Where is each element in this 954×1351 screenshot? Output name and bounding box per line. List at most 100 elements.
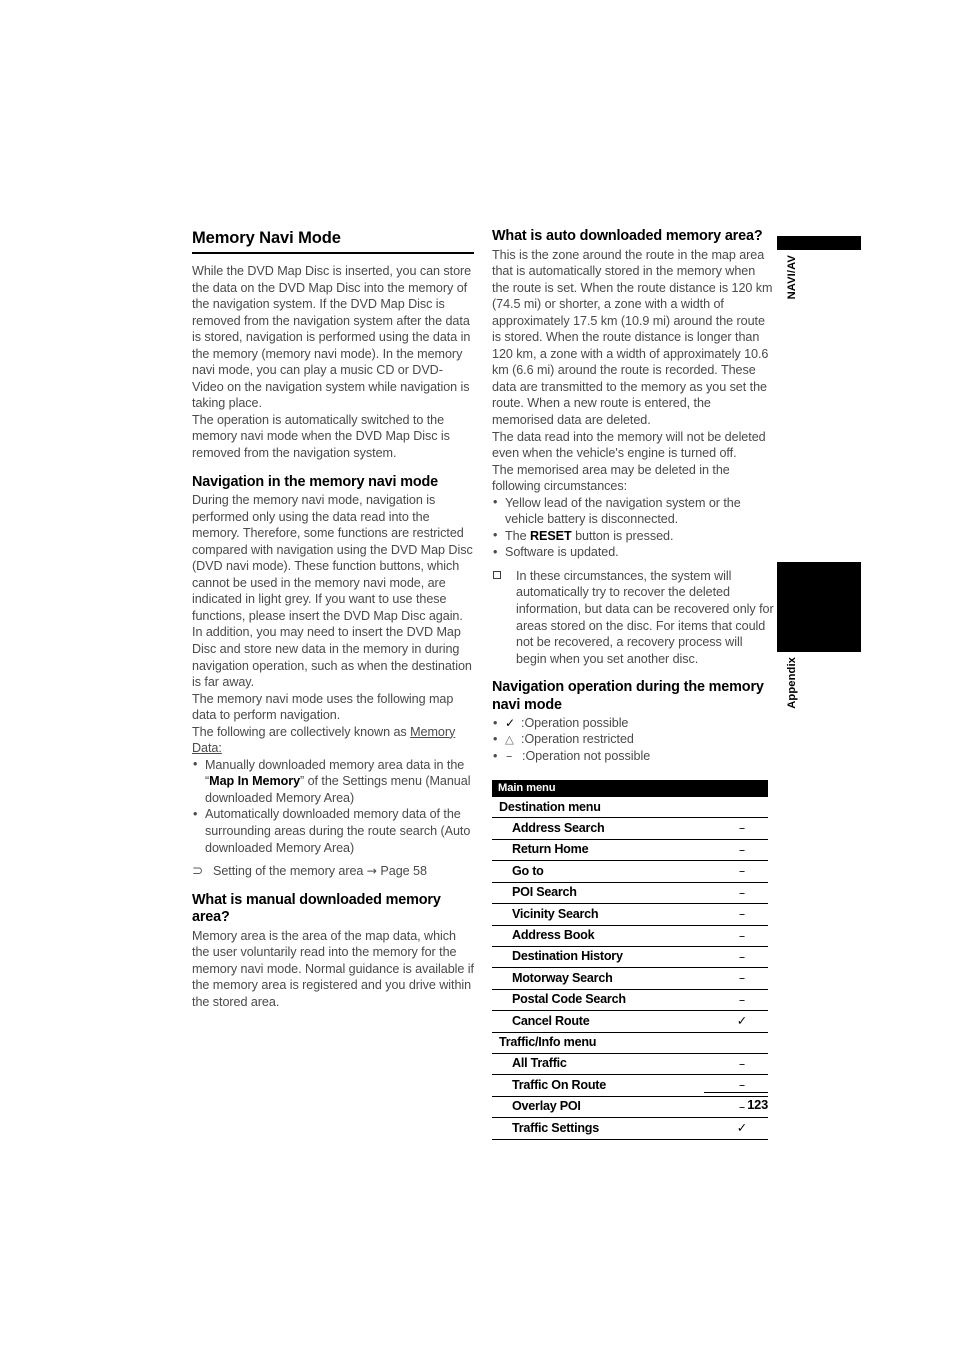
bullet-text-suffix: button is pressed. bbox=[571, 528, 674, 543]
page-footer: 123 bbox=[704, 1092, 768, 1112]
list-item: • –:Operation not possible bbox=[492, 748, 774, 764]
dash-icon: – bbox=[716, 839, 768, 862]
table-row: Vicinity Search – bbox=[492, 903, 768, 926]
legend-text: :Operation possible bbox=[521, 716, 629, 731]
margin-tab-label: Appendix bbox=[786, 657, 798, 709]
dash-icon: – bbox=[716, 925, 768, 947]
table-row: Cancel Route ✓ bbox=[492, 1010, 768, 1033]
nav-paragraph-1: During the memory navi mode, navigation … bbox=[192, 493, 473, 690]
menu-item-label: Traffic On Route bbox=[492, 1074, 716, 1097]
dash-icon: – bbox=[716, 860, 768, 883]
table-head: Main menu bbox=[492, 780, 768, 798]
margin-tab-appendix: Appendix bbox=[777, 562, 861, 709]
menu-item-label: Address Search bbox=[492, 817, 716, 840]
intro-paragraph-2: The operation is automatically switched … bbox=[192, 412, 450, 461]
right-column: What is auto downloaded memory area? Thi… bbox=[492, 228, 774, 1140]
bullet-text-prefix: The bbox=[505, 528, 530, 543]
list-item: • The RESET button is pressed. bbox=[492, 528, 774, 545]
manual-area-paragraph: Memory area is the area of the map data,… bbox=[192, 928, 474, 1009]
table-row: Go to – bbox=[492, 860, 768, 883]
note-block: In these circumstances, the system will … bbox=[492, 568, 774, 667]
bullet-icon: • bbox=[493, 732, 498, 747]
table-row: All Traffic – bbox=[492, 1053, 768, 1076]
memory-data-prefix: The following are collectively known as bbox=[192, 724, 411, 739]
map-in-memory-term: Map In Memory bbox=[209, 774, 301, 789]
page-number: 123 bbox=[747, 1097, 768, 1112]
check-icon: ✓ bbox=[716, 1117, 768, 1140]
menu-item-label: Traffic/Info menu bbox=[492, 1032, 716, 1054]
menu-item-label: Go to bbox=[492, 860, 716, 883]
nav-paragraph-2: The memory navi mode uses the following … bbox=[192, 691, 454, 723]
menu-item-label: Overlay POI bbox=[492, 1096, 716, 1119]
heading-what-is-auto-downloaded-memory-area: What is auto downloaded memory area? bbox=[492, 228, 763, 244]
table-row: Address Search – bbox=[492, 817, 768, 840]
menu-item-label: Destination History bbox=[492, 946, 716, 969]
manual-page: Memory Navi Mode While the DVD Map Disc … bbox=[0, 0, 954, 1351]
availability-mark bbox=[716, 1032, 768, 1054]
cross-reference-text: Setting of the memory area bbox=[213, 864, 364, 879]
bullet-text-prefix: Yellow lead of the navigation system or … bbox=[505, 495, 741, 527]
margin-tab-label: NAVI/AV bbox=[786, 255, 798, 300]
table-row: POI Search – bbox=[492, 882, 768, 905]
auto-area-paragraph-3: The memorised area may be deleted in the… bbox=[492, 462, 730, 494]
table-row: Motorway Search – bbox=[492, 967, 768, 990]
memory-data-bullet-list: • Manually downloaded memory area data in… bbox=[192, 757, 474, 856]
bullet-icon: • bbox=[493, 716, 498, 731]
menu-item-label: Return Home bbox=[492, 839, 716, 862]
table-row: Destination History – bbox=[492, 946, 768, 969]
dash-icon: – bbox=[716, 903, 768, 926]
bullet-icon: • bbox=[493, 495, 498, 510]
nav-paragraph-3: The following are collectively known as … bbox=[192, 724, 474, 757]
dash-icon: – bbox=[716, 817, 768, 840]
dash-icon: – bbox=[716, 946, 768, 969]
bullet-text-prefix: Software is updated. bbox=[505, 545, 619, 560]
main-menu-availability-table: Main menu Destination menu Address Search… bbox=[492, 780, 768, 1140]
triangle-icon: △ bbox=[505, 732, 514, 747]
availability-mark bbox=[716, 797, 768, 819]
table-row: Return Home – bbox=[492, 839, 768, 862]
table-group-row: Traffic/Info menu bbox=[492, 1032, 768, 1054]
right-arrow-icon: → bbox=[366, 864, 377, 879]
left-column: Memory Navi Mode While the DVD Map Disc … bbox=[192, 228, 474, 1010]
check-icon: ✓ bbox=[716, 1010, 768, 1033]
list-item: • Automatically downloaded memory data of… bbox=[192, 806, 474, 856]
legend-text: :Operation not possible bbox=[522, 748, 651, 763]
intro-paragraph-1: While the DVD Map Disc is inserted, you … bbox=[192, 264, 472, 411]
list-item: • ✓:Operation possible bbox=[492, 715, 774, 731]
margin-tab-navi-av: NAVI/AV bbox=[777, 236, 861, 299]
list-item: • △:Operation restricted bbox=[492, 731, 774, 747]
dash-icon: – bbox=[716, 989, 768, 1012]
menu-item-label: Address Book bbox=[492, 925, 716, 947]
heading-what-is-manual-downloaded-memory-area: What is manual downloaded memory area? bbox=[192, 891, 441, 926]
menu-item-label: All Traffic bbox=[492, 1053, 716, 1076]
dash-icon: – bbox=[506, 747, 513, 763]
auto-area-paragraph-2: The data read into the memory will not b… bbox=[492, 429, 766, 461]
menu-item-label: Traffic Settings bbox=[492, 1117, 716, 1140]
table-row: Traffic Settings ✓ bbox=[492, 1117, 768, 1140]
footer-rule bbox=[704, 1092, 768, 1093]
reset-button-term: RESET bbox=[529, 528, 572, 543]
bullet-icon: • bbox=[493, 544, 498, 559]
menu-item-label: Destination menu bbox=[492, 797, 716, 819]
heading-navigation-memory-navi-mode: Navigation in the memory navi mode bbox=[192, 473, 438, 490]
list-item: • Yellow lead of the navigation system or… bbox=[492, 495, 774, 528]
dash-icon: – bbox=[716, 882, 768, 905]
bullet-text-prefix: Automatically downloaded memory data of … bbox=[205, 807, 471, 855]
symbol-legend-list: • ✓:Operation possible • △:Operation restr… bbox=[492, 715, 774, 764]
note-text: In these circumstances, the system will … bbox=[516, 568, 774, 666]
deletion-circumstances-list: • Yellow lead of the navigation system or… bbox=[492, 495, 774, 561]
cross-reference-target: Page 58 bbox=[380, 864, 427, 879]
table-row: Address Book – bbox=[492, 925, 768, 947]
table-header-row: Main menu bbox=[492, 780, 768, 798]
margin-tab-bar bbox=[777, 236, 861, 250]
table-row: Postal Code Search – bbox=[492, 989, 768, 1012]
bullet-icon: • bbox=[193, 757, 198, 772]
bullet-icon: • bbox=[493, 748, 498, 763]
menu-item-label: Motorway Search bbox=[492, 967, 716, 990]
page-title: Memory Navi Mode bbox=[192, 229, 341, 247]
table-body: Destination menu Address Search – Return Ho… bbox=[492, 797, 768, 1140]
margin-tab-bar bbox=[777, 562, 861, 652]
heading-navigation-operation-during-memory-navi-mode: Navigation operation during the memory n… bbox=[492, 679, 764, 713]
menu-item-label: Cancel Route bbox=[492, 1010, 716, 1033]
dash-icon: – bbox=[716, 1053, 768, 1076]
